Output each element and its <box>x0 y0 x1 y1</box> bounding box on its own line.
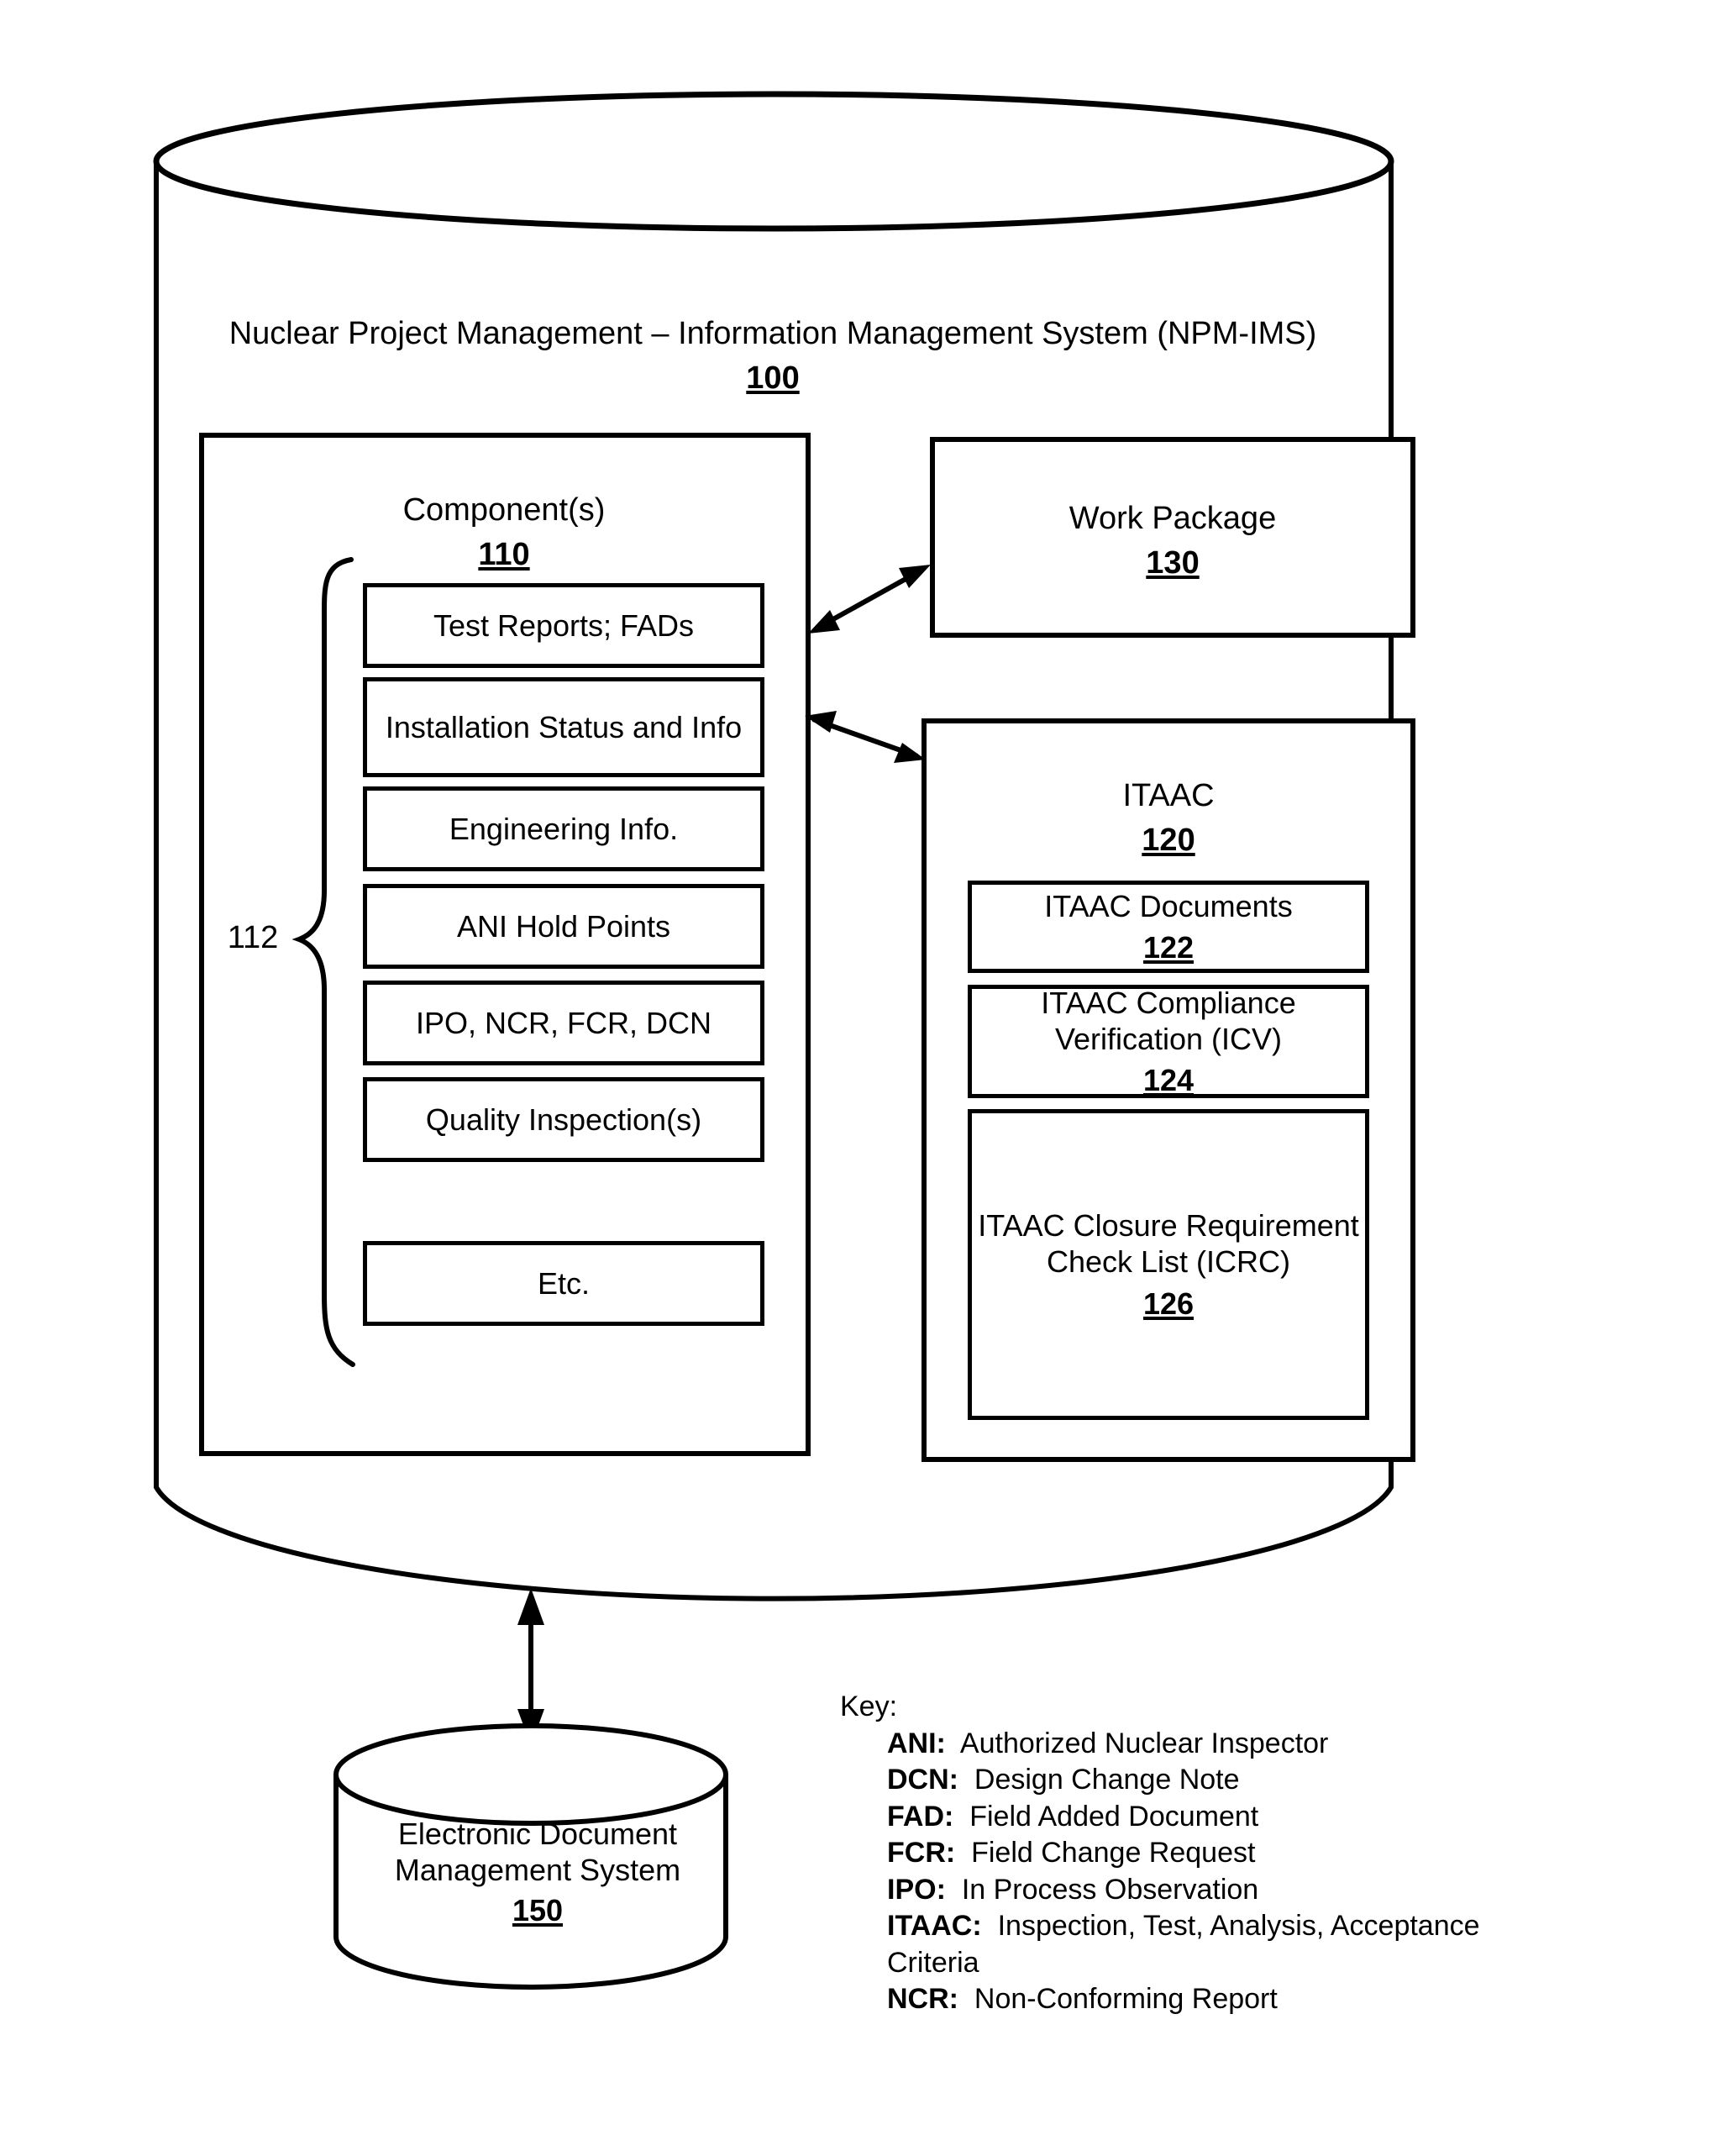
component-item-installation-status[interactable]: Installation Status and Info <box>363 677 764 777</box>
components-ref-number: 110 <box>478 536 530 572</box>
key-entry: ANI: Authorized Nuclear Inspector <box>887 1726 1495 1763</box>
key-entry: DCN: Design Change Note <box>887 1762 1495 1799</box>
itaac-item-ref-number: 122 <box>1142 930 1195 965</box>
component-item-label: IPO, NCR, FCR, DCN <box>415 1005 711 1040</box>
key-entry: FAD: Field Added Document <box>887 1799 1495 1836</box>
components-title-text: Component(s) <box>402 492 606 528</box>
system-title-text: Nuclear Project Management – Information… <box>228 315 1317 351</box>
key-entry: ITAAC: Inspection, Test, Analysis, Accep… <box>887 1908 1495 1981</box>
key-entry-abbr: FCR: <box>887 1837 956 1869</box>
key-entry-definition: In Process Observation <box>961 1873 1259 1906</box>
edms-label: Electronic Document Management System 15… <box>336 1781 739 1964</box>
key-entry: FCR: Field Change Request <box>887 1835 1495 1872</box>
edms-title-text: Electronic Document Management System <box>394 1817 681 1887</box>
component-item-label: Test Reports; FADs <box>433 607 695 643</box>
itaac-item-compliance-verification[interactable]: ITAAC Compliance Verification (ICV) 124 <box>968 985 1369 1098</box>
key-legend: Key: ANI: Authorized Nuclear Inspector D… <box>840 1689 1495 2018</box>
itaac-title: ITAAC 120 <box>924 739 1413 897</box>
key-entry: IPO: In Process Observation <box>887 1872 1495 1909</box>
diagram-canvas: Nuclear Project Management – Information… <box>0 0 1717 2156</box>
component-item-label: Quality Inspection(s) <box>425 1102 702 1137</box>
itaac-item-closure-requirement-check-list[interactable]: ITAAC Closure Requirement Check List (IC… <box>968 1109 1369 1420</box>
key-entry-abbr: IPO: <box>887 1873 946 1906</box>
key-heading: Key: <box>840 1691 898 1722</box>
work-package-ref-number: 130 <box>1146 544 1200 581</box>
component-item-engineering-info[interactable]: Engineering Info. <box>363 786 764 871</box>
key-entry-list: ANI: Authorized Nuclear Inspector DCN: D… <box>887 1726 1495 2018</box>
key-entry-abbr: ITAAC: <box>887 1910 982 1943</box>
key-entry-definition: Authorized Nuclear Inspector <box>959 1727 1329 1759</box>
itaac-ref-number: 120 <box>1142 822 1195 858</box>
component-item-label: ANI Hold Points <box>456 908 671 944</box>
arrow-system-edms <box>517 1588 544 1746</box>
key-entry-abbr: ANI: <box>887 1727 946 1759</box>
work-package-title-text: Work Package <box>1069 500 1277 536</box>
component-item-ani-hold-points[interactable]: ANI Hold Points <box>363 884 764 969</box>
itaac-title-text: ITAAC <box>1122 777 1215 813</box>
itaac-item-label: ITAAC Compliance Verification (ICV) <box>1041 985 1296 1056</box>
key-entry-definition: Field Change Request <box>971 1837 1256 1869</box>
itaac-item-documents[interactable]: ITAAC Documents 122 <box>968 881 1369 973</box>
system-ref-number: 100 <box>746 360 800 396</box>
component-item-test-reports[interactable]: Test Reports; FADs <box>363 583 764 668</box>
itaac-item-label: ITAAC Documents <box>1044 888 1293 923</box>
work-package-title: Work Package 130 <box>932 462 1413 619</box>
component-item-etc[interactable]: Etc. <box>363 1241 764 1326</box>
edms-ref-number: 150 <box>512 1893 564 1928</box>
key-entry-definition: Design Change Note <box>974 1764 1240 1796</box>
system-title: Nuclear Project Management – Information… <box>151 277 1394 434</box>
components-group-ref-number: 112 <box>227 920 279 955</box>
key-entry-definition: Non-Conforming Report <box>974 1983 1278 2016</box>
itaac-item-ref-number: 124 <box>1142 1063 1195 1098</box>
key-entry: NCR: Non-Conforming Report <box>887 1981 1495 2018</box>
key-entry-abbr: NCR: <box>887 1983 958 2016</box>
key-entry-abbr: FAD: <box>887 1800 954 1833</box>
component-item-ipo-ncr-fcr-dcn[interactable]: IPO, NCR, FCR, DCN <box>363 981 764 1065</box>
key-entry-abbr: DCN: <box>887 1764 958 1796</box>
itaac-item-label: ITAAC Closure Requirement Check List (IC… <box>978 1208 1359 1280</box>
component-item-label: Etc. <box>537 1265 590 1301</box>
component-item-quality-inspections[interactable]: Quality Inspection(s) <box>363 1077 764 1162</box>
component-item-label: Engineering Info. <box>449 811 679 846</box>
itaac-item-ref-number: 126 <box>1142 1286 1195 1321</box>
component-item-label: Installation Status and Info <box>385 709 743 744</box>
key-entry-definition: Field Added Document <box>969 1800 1259 1833</box>
